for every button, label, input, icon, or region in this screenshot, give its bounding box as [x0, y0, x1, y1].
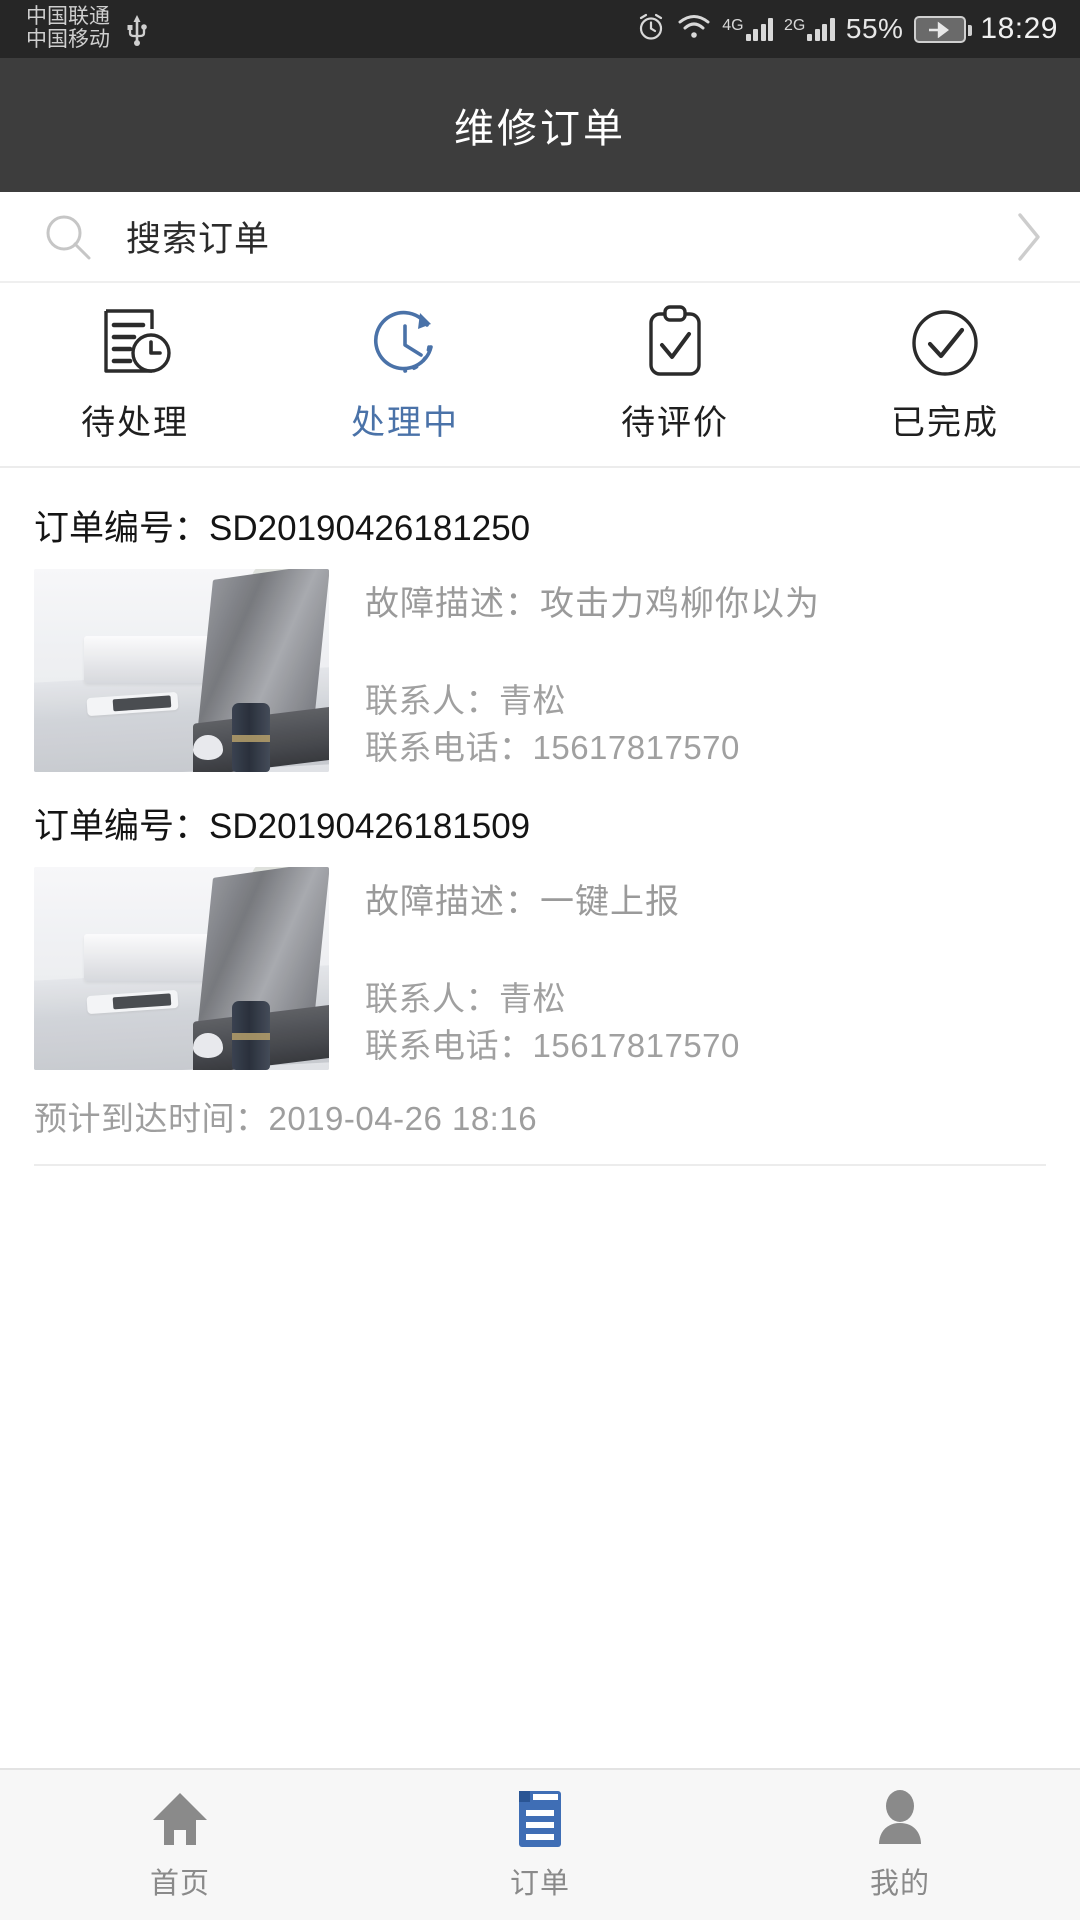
- contact-phone-value[interactable]: 15617817570: [533, 729, 740, 766]
- order-number-row: 订单编号：SD20190426181250: [0, 474, 1080, 569]
- person-icon: [874, 1788, 926, 1850]
- contact-person-label: 联系人：: [365, 980, 499, 1018]
- contact-phone-row[interactable]: 联系电话：15617817570: [365, 725, 1042, 772]
- order-list-icon: [515, 1788, 565, 1850]
- fault-description-value: 攻击力鸡柳你以为: [540, 585, 820, 623]
- estimated-arrival-time: 预计到达时间：2019-04-26 18:16: [34, 1100, 538, 1137]
- order-info: 故障描述：一键上报 联系人：青松 联系电话：15617817570: [329, 867, 1042, 1070]
- fault-description-label: 故障描述：: [365, 585, 540, 623]
- tab-completed[interactable]: 已完成: [810, 283, 1080, 466]
- status-time: 18:29: [980, 12, 1058, 45]
- document-clock-icon: [96, 305, 174, 381]
- contact-block: 联系人：青松 联系电话：15617817570: [365, 976, 1042, 1070]
- home-icon: [150, 1788, 210, 1850]
- signal-bars-1: [745, 17, 774, 41]
- status-bar: 中国联通 中国移动 4G 2G 55% 18:29: [0, 0, 1080, 58]
- network-type-1: 4G: [722, 17, 744, 34]
- card-divider: [34, 1164, 1046, 1166]
- usb-icon: [124, 12, 150, 46]
- order-list: 订单编号：SD20190426181250 故障描述：攻击力鸡柳你以为 联系人：…: [0, 468, 1080, 1768]
- chevron-right-icon[interactable]: [1012, 209, 1046, 265]
- order-body: 故障描述：一键上报 联系人：青松 联系电话：15617817570: [0, 867, 1080, 1070]
- contact-phone-row[interactable]: 联系电话：15617817570: [365, 1023, 1042, 1070]
- order-card[interactable]: 订单编号：SD20190426181509 故障描述：一键上报 联系人：青松 联…: [0, 772, 1080, 1166]
- alarm-clock-icon: [636, 12, 666, 47]
- tab-label: 待处理: [81, 404, 189, 442]
- contact-person-label: 联系人：: [365, 682, 499, 720]
- nav-label: 订单: [509, 1868, 570, 1900]
- contact-phone-value[interactable]: 15617817570: [533, 1027, 740, 1064]
- fault-description-value: 一键上报: [540, 883, 680, 921]
- contact-phone-label: 联系电话：: [365, 1027, 533, 1065]
- bottom-navigation: 首页 订单 我的: [0, 1768, 1080, 1920]
- contact-phone-label: 联系电话：: [365, 729, 533, 767]
- search-bar[interactable]: 搜索订单: [0, 192, 1080, 283]
- carrier-secondary: 中国移动: [26, 28, 110, 51]
- nav-label: 我的: [869, 1868, 930, 1900]
- signal-4g: 4G: [722, 17, 774, 41]
- app-screen: 中国联通 中国移动 4G 2G 55% 18:29 维修订单 搜索订单 待处理 …: [0, 0, 1080, 1920]
- tab-pending-review[interactable]: 待评价: [540, 283, 810, 466]
- battery-charging-icon: [914, 15, 973, 43]
- order-number-label: 订单编号：: [34, 509, 210, 548]
- nav-item-home[interactable]: 首页: [0, 1788, 360, 1902]
- order-number-value: SD20190426181250: [209, 509, 531, 548]
- circle-check-icon: [907, 305, 983, 381]
- nav-item-profile[interactable]: 我的: [720, 1788, 1080, 1902]
- order-body: 故障描述：攻击力鸡柳你以为 联系人：青松 联系电话：15617817570: [0, 569, 1080, 772]
- tab-pending[interactable]: 待处理: [0, 283, 270, 466]
- contact-person-value: 青松: [499, 980, 566, 1018]
- contact-person-value: 青松: [499, 682, 566, 720]
- contact-person-row: 联系人：青松: [365, 976, 1042, 1023]
- contact-person-row: 联系人：青松: [365, 678, 1042, 725]
- clipboard-check-icon: [639, 305, 711, 381]
- nav-label: 首页: [149, 1868, 210, 1900]
- signal-bars-2: [807, 17, 835, 41]
- carrier-labels: 中国联通 中国移动: [26, 6, 110, 51]
- status-tab-strip: 待处理 处理中 待评价 已完成: [0, 283, 1080, 468]
- tab-label: 待评价: [621, 404, 729, 442]
- tab-processing[interactable]: 处理中: [270, 283, 540, 466]
- order-number-label: 订单编号：: [34, 807, 210, 846]
- status-icons: 4G 2G 55% 18:29: [636, 12, 1058, 47]
- fault-description: 故障描述：一键上报: [365, 867, 1042, 924]
- fault-description: 故障描述：攻击力鸡柳你以为: [365, 569, 1042, 626]
- tab-label: 处理中: [351, 404, 459, 442]
- network-type-2: 2G: [784, 17, 806, 34]
- order-info: 故障描述：攻击力鸡柳你以为 联系人：青松 联系电话：15617817570: [329, 569, 1042, 772]
- order-thumbnail[interactable]: [34, 569, 329, 772]
- title-bar: 维修订单: [0, 58, 1080, 192]
- battery-percent: 55%: [845, 13, 904, 44]
- search-input[interactable]: 搜索订单: [126, 211, 1012, 262]
- fault-description-label: 故障描述：: [365, 883, 540, 921]
- order-thumbnail[interactable]: [34, 867, 329, 1070]
- order-card[interactable]: 订单编号：SD20190426181250 故障描述：攻击力鸡柳你以为 联系人：…: [0, 474, 1080, 772]
- wifi-icon: [677, 13, 711, 46]
- nav-item-orders[interactable]: 订单: [360, 1788, 720, 1902]
- tab-label: 已完成: [891, 404, 999, 442]
- search-icon: [42, 211, 94, 263]
- order-number-value: SD20190426181509: [209, 807, 531, 846]
- signal-2g: 2G: [784, 17, 835, 41]
- clock-arrow-icon: [365, 305, 445, 381]
- contact-block: 联系人：青松 联系电话：15617817570: [365, 678, 1042, 772]
- page-title: 维修订单: [454, 107, 626, 151]
- order-number-row: 订单编号：SD20190426181509: [0, 772, 1080, 867]
- carrier-primary: 中国联通: [26, 5, 110, 29]
